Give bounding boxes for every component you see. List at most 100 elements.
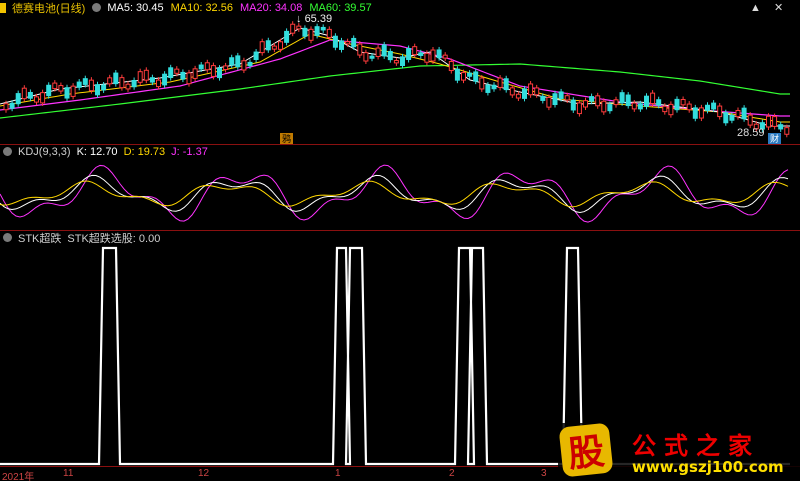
candle [442,54,448,59]
candle [186,72,192,85]
watermark-logo: 股 公式之家 www.gszj100.com [558,422,800,481]
kdj-j-line [0,164,789,223]
candle [625,94,631,107]
candle [576,102,582,115]
kdj-chart [0,164,789,223]
candle [558,91,564,100]
candle [314,26,320,36]
candle [497,77,503,88]
candle [619,92,625,104]
candle [528,83,534,96]
candle [522,88,527,99]
candle [241,60,247,71]
kdj-k-value: K: 12.70 [76,145,118,158]
candle [656,99,662,106]
candle [583,100,588,108]
candle [3,103,9,111]
candle [601,100,607,113]
candle [82,78,88,85]
candle [430,49,436,62]
candle [637,103,643,110]
candle [27,91,33,99]
candle [747,114,753,126]
candle [436,49,442,59]
candle [412,46,418,56]
candle [668,103,674,116]
candle [217,67,222,79]
stock-chart-window: 德赛电池(日线) MA5: 30.45 MA10: 32.56 MA20: 34.0… [0,0,800,481]
candle [692,107,698,119]
candle [418,52,424,56]
candle [552,93,558,106]
candle [351,37,357,48]
candle [9,102,15,109]
candle [473,71,479,82]
candle [180,71,186,80]
window-controls: ▲ ✕ [750,1,783,14]
settings-dot-icon[interactable] [92,3,102,12]
candle [40,92,46,104]
candle [107,77,113,85]
close-icon[interactable]: ✕ [774,2,783,14]
x-label-12: 12 [198,468,210,479]
candle [698,107,704,119]
panel-handle-icon[interactable] [0,2,6,13]
candle [296,25,302,30]
candle [210,65,216,77]
logo-url: www.gszj100.com [632,458,784,476]
candle [198,64,204,70]
candle [271,45,277,50]
minimize-icon[interactable]: ▲ [750,2,761,14]
kdj-settings-dot-icon[interactable] [3,147,12,156]
candle [21,87,27,100]
candle [247,61,253,67]
candle [674,98,680,111]
candle [369,55,375,59]
candle [345,41,351,45]
logo-badge-icon: 股 [558,422,614,478]
candle [479,77,485,90]
x-label-2: 2 [449,468,455,479]
candle [680,98,686,106]
price-chart [0,21,790,138]
candle [278,41,283,50]
high-price-value: 65.39 [304,13,333,25]
candle [125,83,131,90]
candle [467,72,473,77]
candle [650,92,656,105]
candle [101,84,107,91]
candle [174,68,180,74]
candle [540,95,546,101]
candle [375,47,381,58]
low-price-value: 28.59 [737,127,765,139]
candle [485,84,491,93]
candle [729,114,735,121]
candle [393,60,399,64]
candle [387,50,393,61]
candle [406,48,412,61]
kdj-j-value: J: -1.37 [171,145,208,158]
candle [735,110,741,118]
candle [259,41,265,54]
ma-legend-item: MA60: 39.57 [309,1,372,14]
candle [137,71,143,83]
x-label-3: 3 [541,468,547,479]
candle [644,95,649,107]
stk-settings-dot-icon[interactable] [3,233,12,242]
candle [64,87,70,99]
candle [741,107,747,120]
candle [156,79,161,88]
kdj-header: KDJ(9,3,3) K: 12.70 D: 19.73 J: -1.37 [2,145,208,158]
candle [229,57,235,66]
candle [686,103,692,111]
stk-header: STK超跌 STK超跌选股: 0.00 [2,231,160,245]
candle [778,124,784,130]
candle [448,61,454,72]
candle [363,52,369,62]
candle [595,95,601,107]
candle [339,40,344,50]
ma-legend-item: MA10: 32.56 [170,1,233,14]
candle [235,55,241,68]
candle [491,84,497,90]
candle [15,93,21,105]
